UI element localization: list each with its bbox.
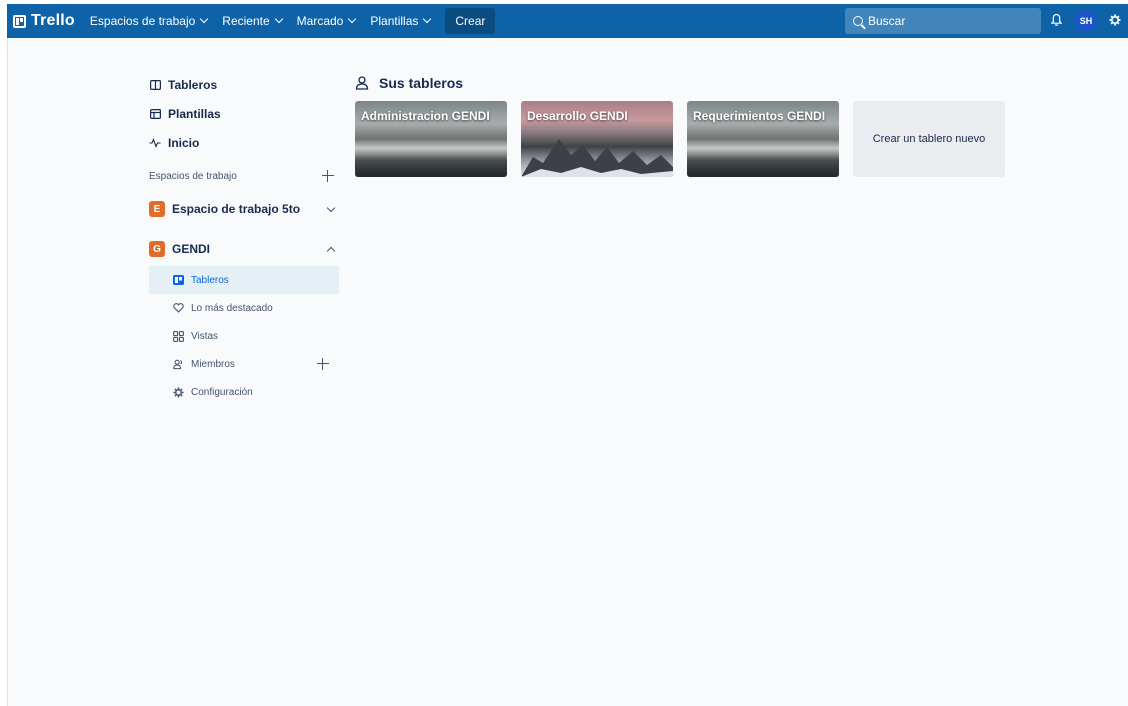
workspace-name: GENDI: [172, 242, 211, 256]
workspace-name: Espacio de trabajo 5to: [172, 202, 301, 216]
board-background-shade: [355, 155, 507, 177]
sidebar-item-boards[interactable]: Tableros: [149, 70, 339, 99]
nav-workspaces-label: Espacios de trabajo: [89, 14, 196, 28]
create-board-label: Crear un tablero nuevo: [872, 133, 986, 145]
nav-recent-label: Reciente: [222, 14, 270, 28]
workspace-item-label: Configuración: [191, 386, 253, 398]
sidebar-item-home[interactable]: Inicio: [149, 128, 339, 157]
board-tile-administracion[interactable]: Administracion GENDI: [355, 101, 507, 177]
template-icon: [149, 108, 161, 120]
create-board-tile[interactable]: Crear un tablero nuevo: [853, 101, 1005, 177]
workspace-item-boards[interactable]: Tableros: [149, 266, 339, 294]
chevron-down-icon: [200, 14, 209, 24]
workspace-item-highlights[interactable]: Lo más destacado: [149, 294, 339, 322]
trello-logo[interactable]: Trello: [13, 12, 75, 30]
workspace-item-label: Miembros: [191, 358, 235, 370]
sidebar-item-templates[interactable]: Plantillas: [149, 99, 339, 128]
views-icon: [173, 330, 184, 342]
user-icon: [355, 76, 369, 90]
trello-logo-icon: [13, 14, 26, 28]
nav-workspaces[interactable]: Espacios de trabajo: [89, 14, 209, 28]
chevron-down-icon: [274, 14, 283, 24]
bell-icon[interactable]: [1051, 13, 1062, 27]
workspace-badge: E: [149, 201, 165, 217]
workspaces-header-label: Espacios de trabajo: [149, 170, 237, 182]
main-panel: Sus tableros Administracion GENDI Desarr…: [355, 74, 1005, 177]
search-icon: [853, 16, 863, 26]
boards-grid: Administracion GENDI Desarrollo GENDI Re…: [355, 101, 1005, 177]
search-input[interactable]: Buscar: [845, 8, 1041, 34]
board-title: Administracion GENDI: [361, 109, 490, 123]
chevron-down-icon: [348, 14, 357, 24]
nav-templates[interactable]: Plantillas: [370, 14, 432, 28]
workspace-badge: G: [149, 241, 165, 257]
workspace-submenu: Tableros Lo más destacado Vistas Miembro…: [149, 266, 339, 406]
heart-icon: [173, 303, 184, 314]
activity-icon: [149, 137, 161, 149]
workspace-item-label: Tableros: [191, 274, 229, 286]
workspace-item-label: Lo más destacado: [191, 302, 273, 314]
workspace-gendi[interactable]: G GENDI: [149, 238, 339, 260]
search-placeholder: Buscar: [868, 14, 906, 28]
workspaces-header: Espacios de trabajo: [149, 166, 339, 186]
sidebar: Tableros Plantillas Inicio Espacios de t…: [149, 70, 339, 406]
chevron-down-icon: [423, 14, 432, 24]
board-icon: [149, 79, 161, 91]
workspace-item-members[interactable]: Miembros: [149, 350, 339, 378]
board-title: Desarrollo GENDI: [527, 109, 628, 123]
workspace-item-settings[interactable]: Configuración: [149, 378, 339, 406]
avatar[interactable]: SH: [1075, 10, 1097, 32]
sidebar-item-label: Inicio: [168, 135, 200, 150]
board-tile-requerimientos[interactable]: Requerimientos GENDI: [687, 101, 839, 177]
gear-icon[interactable]: [1109, 14, 1121, 26]
nav-starred[interactable]: Marcado: [296, 14, 357, 28]
logo-text: Trello: [31, 12, 75, 29]
board-tile-desarrollo[interactable]: Desarrollo GENDI: [521, 101, 673, 177]
nav-recent[interactable]: Reciente: [222, 14, 283, 28]
workspace-item-views[interactable]: Vistas: [149, 322, 339, 350]
create-button[interactable]: Crear: [445, 8, 496, 34]
add-workspace-plus-icon[interactable]: [322, 170, 334, 182]
chevron-up-icon: [326, 246, 336, 255]
workspace-item-label: Vistas: [191, 330, 219, 342]
board-icon: [173, 275, 184, 286]
chevron-down-icon: [326, 203, 336, 212]
top-navigation-bar: Trello Espacios de trabajo Reciente Marc…: [7, 4, 1128, 38]
sidebar-item-label: Plantillas: [168, 106, 221, 121]
board-title: Requerimientos GENDI: [693, 109, 826, 123]
board-background-shade: [687, 155, 839, 177]
content-area: Tableros Plantillas Inicio Espacios de t…: [7, 38, 1128, 706]
nav-templates-label: Plantillas: [370, 14, 419, 28]
section-title: Sus tableros: [355, 74, 1005, 92]
section-title-text: Sus tableros: [379, 75, 464, 91]
mountain-image: [521, 139, 673, 177]
nav-starred-label: Marcado: [296, 14, 344, 28]
gear-icon: [173, 386, 184, 398]
add-member-plus-icon[interactable]: [317, 358, 329, 370]
workspace-espacio-5to[interactable]: E Espacio de trabajo 5to: [149, 198, 339, 220]
sidebar-item-label: Tableros: [168, 77, 218, 92]
members-icon: [173, 359, 184, 370]
